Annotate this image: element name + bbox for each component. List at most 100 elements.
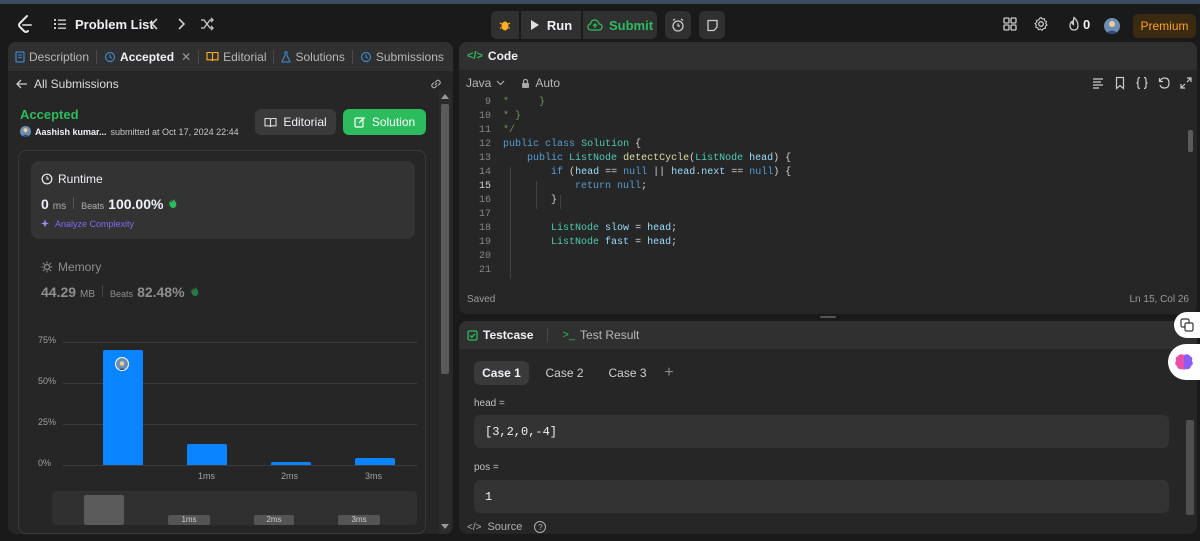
line-number: 10 bbox=[478, 111, 491, 122]
problem-list-button[interactable]: Problem List bbox=[53, 12, 154, 36]
scroll-up-arrow[interactable] bbox=[441, 94, 449, 99]
pos-input[interactable]: 1 bbox=[474, 480, 1169, 513]
code-panel: </> Code Java Auto 9 * } 10 * } 11 */ 12 pub… bbox=[459, 42, 1197, 314]
grid-line bbox=[63, 342, 417, 343]
all-submissions-link[interactable]: All Submissions bbox=[16, 75, 119, 93]
horizontal-splitter[interactable] bbox=[459, 314, 1197, 321]
left-scrollbar-track[interactable] bbox=[439, 90, 451, 534]
code-line: 10 * } bbox=[459, 111, 1194, 125]
add-case-button[interactable]: + bbox=[660, 361, 678, 385]
link-icon[interactable] bbox=[429, 77, 443, 91]
list-icon bbox=[54, 19, 66, 29]
premium-button[interactable]: Premium bbox=[1133, 14, 1196, 38]
leetcode-logo-icon[interactable] bbox=[15, 14, 35, 34]
editor-toolbar: Java Auto bbox=[466, 76, 560, 90]
run-label: Run bbox=[546, 17, 573, 33]
line-text: } bbox=[503, 195, 558, 206]
pos-value: 1 bbox=[485, 489, 493, 504]
solution-button[interactable]: Solution bbox=[343, 109, 426, 135]
braces-icon[interactable] bbox=[1135, 76, 1149, 90]
source-link[interactable]: </> Source ? bbox=[467, 521, 547, 533]
next-problem-button[interactable] bbox=[170, 13, 192, 35]
tab-solutions[interactable]: Solutions bbox=[274, 42, 351, 71]
saved-status: Saved bbox=[467, 294, 496, 305]
line-number: 17 bbox=[478, 209, 491, 220]
case-1-button[interactable]: Case 1 bbox=[474, 361, 529, 385]
user-avatar[interactable] bbox=[1104, 18, 1120, 34]
timer-button[interactable] bbox=[665, 11, 691, 39]
code-line: 19 ListNode fast = head; bbox=[459, 237, 1194, 251]
tab-accepted[interactable]: Accepted ✕ bbox=[97, 42, 198, 71]
scroll-down-arrow[interactable] bbox=[441, 524, 449, 529]
debug-button[interactable] bbox=[491, 11, 519, 39]
runtime-distribution-chart: 75% 50% 25% 0% 1ms 2ms 3ms 1ms 2ms 3ms bbox=[19, 151, 425, 534]
alarm-clock-icon bbox=[672, 18, 684, 32]
pos-label: pos = bbox=[474, 462, 499, 473]
reset-icon[interactable] bbox=[1157, 76, 1171, 90]
code-scrollbar-thumb[interactable] bbox=[1188, 130, 1193, 152]
streak-count: 0 bbox=[1083, 17, 1091, 32]
chevron-down-icon bbox=[496, 80, 505, 86]
line-number: 12 bbox=[478, 139, 491, 150]
tab-accepted-label: Accepted bbox=[120, 49, 175, 64]
bug-icon bbox=[499, 21, 511, 31]
top-navbar: Problem List Run Submit 0 Premium bbox=[0, 4, 1200, 41]
navigator-label: 2ms bbox=[254, 515, 294, 525]
line-number: 9 bbox=[484, 97, 491, 108]
tab-submissions[interactable]: Submissions bbox=[353, 42, 451, 71]
close-tab-icon[interactable]: ✕ bbox=[181, 50, 191, 64]
editorial-button[interactable]: Editorial bbox=[255, 109, 336, 135]
tab-description[interactable]: Description bbox=[8, 42, 96, 71]
submission-meta: Aashish kumar... submitted at Oct 17, 20… bbox=[20, 126, 239, 137]
problem-list-label: Problem List bbox=[75, 16, 154, 32]
code-line: 11 */ bbox=[459, 125, 1194, 139]
tab-code[interactable]: </> Code bbox=[467, 42, 518, 71]
chart-bar[interactable] bbox=[271, 461, 311, 465]
translate-extension-button[interactable] bbox=[1174, 312, 1200, 338]
code-line: 20 bbox=[459, 251, 1194, 265]
head-input[interactable]: [3,2,0,-4] bbox=[474, 415, 1169, 448]
case-2-button[interactable]: Case 2 bbox=[537, 361, 592, 385]
code-line: 18 ListNode slow = head; bbox=[459, 223, 1194, 237]
prev-problem-button[interactable] bbox=[144, 13, 166, 35]
book-icon bbox=[264, 117, 277, 127]
tab-testcase[interactable]: Testcase bbox=[467, 321, 533, 350]
run-button[interactable]: Run bbox=[521, 11, 581, 39]
shuffle-icon bbox=[201, 17, 214, 31]
source-label: Source bbox=[487, 521, 523, 533]
testcase-tab-bar: Testcase >_ Test Result bbox=[459, 321, 1197, 349]
note-icon bbox=[706, 19, 718, 31]
grid-line bbox=[63, 465, 417, 466]
left-scrollbar-thumb[interactable] bbox=[441, 104, 449, 374]
y-tick-label: 50% bbox=[38, 376, 57, 386]
testcase-scrollbar-thumb[interactable] bbox=[1186, 420, 1194, 515]
autocomplete-toggle[interactable]: Auto bbox=[521, 76, 560, 90]
format-icon[interactable] bbox=[1091, 76, 1105, 90]
bookmark-icon[interactable] bbox=[1113, 76, 1127, 90]
submit-button[interactable]: Submit bbox=[583, 11, 657, 39]
gear-icon[interactable] bbox=[1033, 16, 1049, 32]
code-line: 12 public class Solution { bbox=[459, 139, 1194, 153]
arrow-left-icon bbox=[16, 79, 27, 89]
brain-icon bbox=[1175, 354, 1193, 370]
help-circle-icon[interactable]: ? bbox=[534, 521, 547, 533]
language-select[interactable]: Java bbox=[466, 76, 505, 90]
line-text: public ListNode detectCycle(ListNode hea… bbox=[527, 153, 792, 164]
submitted-time: submitted at Oct 17, 2024 22:44 bbox=[110, 126, 239, 137]
code-editor[interactable]: 9 * } 10 * } 11 */ 12 public class Solution … bbox=[459, 97, 1184, 279]
layout-grid-icon[interactable] bbox=[1002, 16, 1018, 32]
chart-bar[interactable] bbox=[355, 458, 395, 465]
username[interactable]: Aashish kumar... bbox=[35, 127, 107, 137]
random-problem-button[interactable] bbox=[196, 13, 218, 35]
tab-test-result[interactable]: >_ Test Result bbox=[562, 321, 639, 350]
splitter-handle[interactable] bbox=[820, 316, 836, 318]
notes-button[interactable] bbox=[699, 11, 725, 39]
vertical-splitter[interactable] bbox=[454, 42, 458, 534]
tab-editorial[interactable]: Editorial bbox=[199, 42, 273, 71]
fire-streak-icon[interactable] bbox=[1066, 16, 1082, 32]
expand-icon[interactable] bbox=[1179, 76, 1193, 90]
case-3-button[interactable]: Case 3 bbox=[600, 361, 655, 385]
ai-assistant-extension-button[interactable] bbox=[1168, 344, 1200, 380]
chart-bar[interactable] bbox=[187, 443, 227, 465]
chart-range-navigator[interactable]: 1ms 2ms 3ms bbox=[52, 491, 417, 525]
